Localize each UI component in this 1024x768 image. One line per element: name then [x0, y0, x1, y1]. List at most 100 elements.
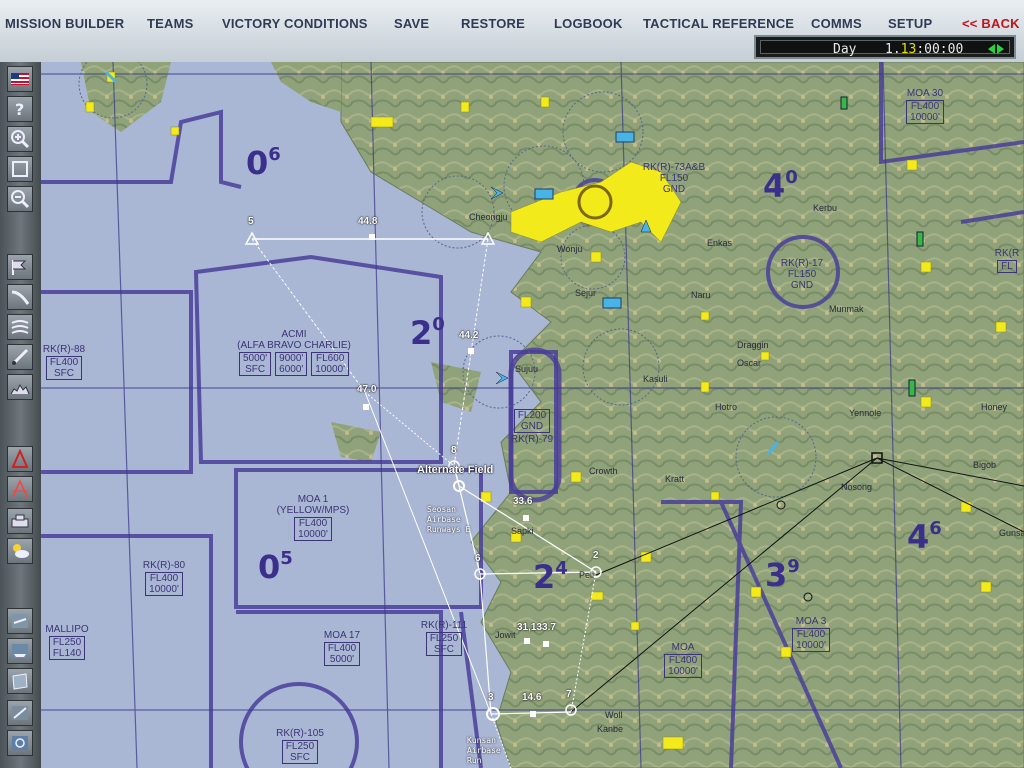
airspace-moa-south: MOA FL400 10000' — [655, 642, 711, 679]
back-button[interactable]: << BACK — [962, 16, 1020, 31]
weather-button[interactable] — [7, 538, 33, 564]
help-button[interactable]: ? — [7, 96, 33, 122]
time-compression-arrows-icon[interactable] — [987, 43, 1005, 55]
menu-comms[interactable]: COMMS — [811, 16, 862, 31]
menu-restore[interactable]: RESTORE — [461, 16, 525, 31]
leg-distance-label: 47.0 — [357, 384, 377, 395]
threat-profile-button[interactable] — [7, 374, 33, 400]
packages-icon — [11, 320, 29, 334]
recon-icon — [12, 736, 28, 750]
menu-save[interactable]: SAVE — [394, 16, 429, 31]
airspace-rkr105: RK(R)-105 FL250 SFC — [276, 728, 324, 764]
menu-setup[interactable]: SETUP — [888, 16, 932, 31]
grid-label-24: 24 — [533, 558, 568, 596]
city-label: Oscar — [737, 358, 762, 368]
zoom-fit-button[interactable] — [7, 156, 33, 182]
munitions-icon — [11, 348, 29, 366]
airspace-moa30: MOA 30 FL400 10000' — [906, 88, 944, 124]
clock-time-value: :00:00 — [916, 42, 964, 57]
waypoint-label[interactable]: 8 — [451, 445, 457, 456]
ground-units-button[interactable] — [7, 508, 33, 534]
menu-teams[interactable]: TEAMS — [147, 16, 194, 31]
sam-outline-icon — [12, 479, 28, 498]
city-label: Cheongju — [469, 212, 508, 222]
city-label: Naru — [691, 290, 711, 300]
naval-icon — [12, 644, 28, 658]
clock-day-highlight: 13 — [900, 42, 917, 57]
city-label: Kerbu — [813, 203, 838, 213]
menu-victory-conditions[interactable]: VICTORY CONDITIONS — [222, 16, 368, 31]
left-toolbar: ? — [0, 62, 42, 768]
waypoint-label[interactable]: 7 — [566, 689, 572, 700]
leg-distance-label: 33.6 — [513, 496, 533, 507]
airspace-rk-right: RK(R FL — [994, 248, 1020, 273]
city-label: Kanbe — [597, 724, 624, 734]
sam-rings-button[interactable] — [7, 446, 33, 472]
airspace-mallipo: MALLIPO FL250 FL140 — [45, 624, 89, 660]
zoom-in-button[interactable] — [7, 126, 33, 152]
steerpoints-button[interactable] — [7, 254, 33, 280]
zoom-out-button[interactable] — [7, 186, 33, 212]
city-label: Draggin — [737, 340, 769, 350]
flag-button[interactable] — [7, 66, 33, 92]
acmi-subtitle: (ALFA BRAVO CHARLIE) — [237, 340, 351, 351]
acmi-alt2-box: 9000' 6000' — [275, 352, 308, 376]
menu-mission-builder[interactable]: MISSION BUILDER — [5, 16, 124, 31]
waypoint-label[interactable]: 3 — [488, 692, 494, 703]
grid-label-20: 20 — [410, 314, 445, 352]
city-label: Bigob — [973, 460, 997, 470]
city-label: Yennole — [849, 408, 882, 418]
airspace-rkr111: RK(R)-111 FL250 SFC — [420, 620, 468, 656]
zoom-out-icon — [11, 190, 30, 209]
city-label: Nosong — [841, 482, 873, 492]
alternate-field-label: Alternate Field — [417, 464, 494, 476]
grid-label-40: 40 — [763, 167, 798, 205]
waypoint-label[interactable]: 6 — [475, 553, 481, 564]
city-label: Wonju — [557, 244, 583, 254]
city-label: Hotro — [715, 402, 738, 412]
recon-button[interactable] — [7, 730, 33, 756]
leg-distance-label: 14.6 — [522, 692, 542, 703]
map-icon — [12, 673, 28, 690]
leg-distance-label: 44.8 — [358, 216, 378, 227]
waypoint-label[interactable]: 2 — [593, 550, 599, 561]
clock-day-label: Day — [833, 42, 857, 57]
flight-path-button[interactable] — [7, 284, 33, 310]
naval-button[interactable] — [7, 638, 33, 664]
city-label: Sejur — [575, 288, 597, 298]
menu-logbook[interactable]: LOGBOOK — [554, 16, 623, 31]
sam-red-icon — [12, 449, 28, 468]
airspace-moa3: MOA 3 FL400 10000' — [779, 616, 843, 653]
grid-label-39: 39 — [765, 556, 800, 594]
acmi-title: ACMI — [281, 329, 307, 340]
flight-path-icon — [11, 290, 30, 305]
menu-bar: MISSION BUILDER TEAMS VICTORY CONDITIONS… — [0, 0, 1024, 63]
city-label: Gunsa — [999, 528, 1024, 538]
seosan-airbase-label: Seosan Airbase Runways E — [427, 505, 471, 534]
acmi-alt3-box: FL600 10000' — [311, 352, 350, 376]
waypoint-label[interactable]: 5 — [248, 216, 254, 227]
menu-tactical-reference[interactable]: TACTICAL REFERENCE — [643, 16, 794, 31]
city-label: Sujuu — [515, 364, 539, 374]
city-label: Sapki — [511, 526, 534, 536]
clock-time: 1.13:00:00 — [885, 42, 963, 57]
flag-icon — [11, 73, 29, 85]
munitions-button[interactable] — [7, 344, 33, 370]
air-units-button[interactable] — [7, 608, 33, 634]
grid-label-06: 06 — [246, 144, 281, 182]
airspace-acmi: ACMI (ALFA BRAVO CHARLIE) 5000' SFC9000' 6… — [214, 329, 374, 377]
city-label: Woll — [605, 710, 623, 720]
airspace-rkr88: RK(R)-88 FL400 SFC — [42, 344, 86, 380]
airspace-rkr17: RK(R)-17 FL150 GND — [780, 258, 824, 291]
tactical-map[interactable]: 06 40 20 05 24 39 46 ACMI (ALFA BRAVO CH… — [41, 62, 1024, 768]
airspace-moa17: MOA 17 FL400 5000' — [323, 630, 361, 666]
grid-label-05: 05 — [258, 548, 293, 586]
airbase-button[interactable] — [7, 700, 33, 726]
map-button[interactable] — [7, 668, 33, 694]
kunsan-airbase-label: Kunsan Airbase Run — [467, 736, 501, 765]
city-label: Munmak — [829, 304, 864, 314]
sam-outline-button[interactable] — [7, 476, 33, 502]
airbase-icon — [12, 706, 28, 720]
city-label: Honey — [981, 402, 1008, 412]
packages-button[interactable] — [7, 314, 33, 340]
